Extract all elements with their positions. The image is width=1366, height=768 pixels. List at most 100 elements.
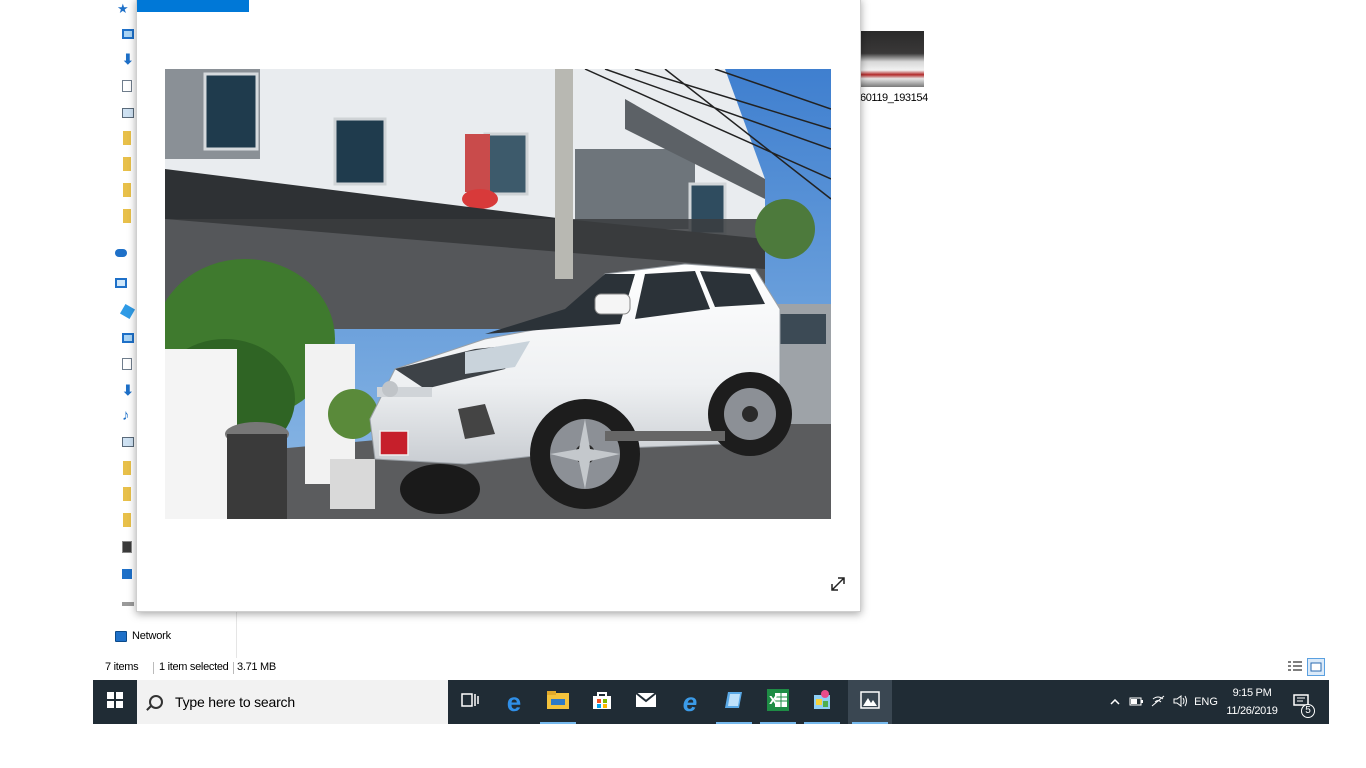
taskbar-app-store[interactable] (580, 680, 624, 724)
chevron-up-icon (1110, 696, 1120, 708)
file-thumbnail[interactable] (860, 31, 924, 87)
status-separator (153, 662, 154, 674)
status-item-count: 7 items (105, 661, 139, 673)
windows-drive-icon (122, 569, 132, 579)
taskbar-app-photos[interactable] (848, 680, 892, 724)
nav-item-folder-2[interactable] (113, 155, 137, 175)
drive-icon (122, 602, 134, 606)
viewer-title-tab[interactable] (137, 0, 249, 12)
speaker-volume-icon (1173, 694, 1189, 710)
nav-item-downloads[interactable]: ⬇ (113, 50, 137, 70)
nav-item-pc-desktop[interactable] (113, 329, 137, 349)
folder-icon (123, 461, 131, 475)
nav-item-documents[interactable] (113, 77, 137, 97)
3d-objects-icon (119, 303, 136, 320)
folder-icon (123, 183, 131, 197)
status-separator (233, 662, 234, 674)
windows-taskbar: Type here to search e e X ENG 9:15 PM 11… (93, 680, 1329, 724)
blue-book-icon (724, 690, 744, 715)
explorer-status-bar: 7 items 1 item selected 3.71 MB (93, 658, 1329, 678)
nav-item-windows-drive[interactable] (113, 564, 137, 584)
folder-icon (123, 487, 131, 501)
task-view-button[interactable] (448, 680, 492, 724)
nav-item-pictures[interactable] (113, 104, 137, 124)
taskbar-app-excel[interactable]: X (756, 680, 800, 724)
excel-spreadsheet-icon: X (767, 688, 789, 716)
nav-item-folder-1[interactable] (113, 129, 137, 149)
downloads-icon: ⬇ (122, 382, 134, 398)
desktop-icon (122, 333, 134, 343)
folder-icon (123, 513, 131, 527)
pictures-icon (122, 437, 134, 447)
expand-diagonal-arrow-icon (829, 575, 847, 598)
taskbar-app-paint[interactable] (800, 680, 844, 724)
pictures-icon (122, 108, 134, 118)
taskbar-app-file-explorer[interactable] (536, 680, 580, 724)
nav-item-music[interactable]: ♪ (113, 407, 137, 427)
photo-viewer-window (136, 0, 861, 612)
svg-text:X: X (769, 694, 778, 707)
desktop-icon (122, 29, 134, 39)
this-pc-icon (115, 278, 127, 288)
nav-item-this-pc[interactable] (113, 276, 137, 296)
nav-item-onedrive[interactable] (113, 243, 137, 263)
nav-item-phone[interactable] (113, 538, 137, 558)
desktop-screen: ★ ⬇ ⬇ ♪ Network 60119_193154 7 items 1 i… (0, 0, 1366, 768)
app-running-indicator (716, 722, 752, 724)
phone-icon (122, 541, 132, 553)
documents-icon (122, 80, 132, 92)
nav-item-pc-documents[interactable] (113, 355, 137, 375)
expand-button[interactable] (827, 575, 849, 597)
taskbar-app-blue-book[interactable] (712, 680, 756, 724)
tray-volume-button[interactable] (1171, 680, 1191, 724)
downloads-icon: ⬇ (122, 51, 134, 67)
clock-time: 9:15 PM (1232, 687, 1272, 699)
search-placeholder: Type here to search (175, 694, 295, 710)
documents-icon (122, 358, 132, 370)
action-center-button[interactable]: 5 (1289, 680, 1317, 724)
nav-item-drive[interactable] (113, 592, 137, 612)
nav-item-pc-pictures[interactable] (113, 433, 137, 453)
clock-date: 11/26/2019 (1226, 705, 1278, 717)
paint-icon (811, 689, 833, 716)
task-view-icon (461, 692, 479, 713)
app-running-indicator (760, 722, 796, 724)
nav-item-network[interactable]: Network (115, 627, 171, 645)
nav-item-folder-3[interactable] (113, 181, 137, 201)
tray-language-button[interactable]: ENG (1193, 680, 1219, 724)
photos-icon (860, 690, 880, 714)
nav-item-folder-7[interactable] (113, 511, 137, 531)
start-button[interactable] (93, 680, 137, 724)
search-icon (149, 695, 163, 709)
folder-icon (547, 690, 569, 714)
nav-item-pc-downloads[interactable]: ⬇ (113, 381, 137, 401)
windows-logo-icon (107, 691, 123, 713)
nav-item-folder-4[interactable] (113, 207, 137, 227)
nav-item-desktop[interactable] (113, 25, 137, 45)
taskbar-clock[interactable]: 9:15 PM 11/26/2019 (1221, 684, 1283, 720)
mail-envelope-icon (635, 691, 657, 713)
tray-battery-button[interactable] (1127, 680, 1145, 724)
details-view-button[interactable] (1288, 661, 1302, 674)
large-icons-view-button[interactable] (1307, 658, 1325, 676)
network-label: Network (132, 630, 171, 642)
taskbar-app-edge[interactable]: e (492, 680, 536, 724)
quick-access-star-icon: ★ (117, 1, 129, 16)
nav-item-quick-access[interactable]: ★ (113, 0, 137, 20)
app-running-indicator (852, 722, 888, 724)
tray-network-button[interactable] (1149, 680, 1167, 724)
nav-item-folder-6-selected[interactable] (113, 485, 137, 505)
show-hidden-icons-button[interactable] (1107, 680, 1123, 724)
taskbar-search-box[interactable]: Type here to search (137, 680, 448, 724)
nav-item-folder-5[interactable] (113, 459, 137, 479)
app-running-indicator (804, 722, 840, 724)
file-thumbnail-label[interactable]: 60119_193154 (860, 92, 928, 104)
ie-e-icon: e (682, 687, 698, 717)
folder-icon (123, 131, 131, 145)
taskbar-app-internet-explorer[interactable]: e (668, 680, 712, 724)
folder-icon (123, 209, 131, 223)
status-selection: 1 item selected (159, 661, 229, 673)
nav-item-3d-objects[interactable] (113, 303, 137, 323)
notification-count-badge: 5 (1301, 704, 1315, 718)
taskbar-app-mail[interactable] (624, 680, 668, 724)
